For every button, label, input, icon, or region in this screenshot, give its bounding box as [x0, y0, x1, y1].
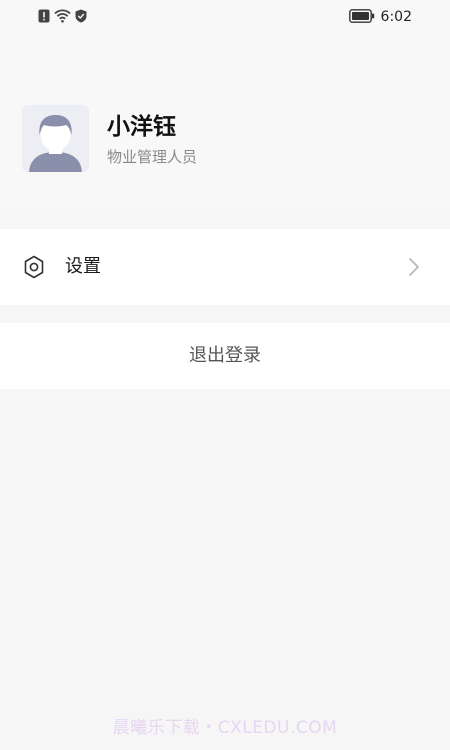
logout-label: 退出登录 [189, 345, 261, 366]
logout-button[interactable]: 退出登录 [0, 323, 450, 389]
status-icons-right: 6:02 [348, 8, 412, 27]
menu-item-settings[interactable]: 设置 [0, 229, 450, 305]
user-role: 物业管理人员 [107, 148, 198, 166]
alert-icon [38, 8, 50, 27]
chevron-right-icon [409, 258, 419, 276]
status-time: 6:02 [380, 9, 412, 25]
avatar[interactable] [22, 105, 89, 172]
profile-header: 小洋钰 物业管理人员 [0, 34, 450, 209]
battery-icon [348, 8, 375, 27]
shield-icon [75, 8, 87, 27]
menu-item-settings-label: 设置 [65, 256, 101, 277]
status-icons-left [38, 9, 87, 25]
profile-screen: 6:02 小洋钰 物业管理人员 设置 退出登录 晨曦乐下载・CXLEDU.COM [0, 0, 450, 750]
wifi-icon [54, 8, 71, 27]
user-name: 小洋钰 [107, 114, 176, 140]
default-avatar-icon [22, 105, 89, 172]
watermark: 晨曦乐下载・CXLEDU.COM [112, 718, 338, 738]
gear-icon [24, 255, 44, 279]
status-bar: 6:02 [0, 0, 450, 34]
